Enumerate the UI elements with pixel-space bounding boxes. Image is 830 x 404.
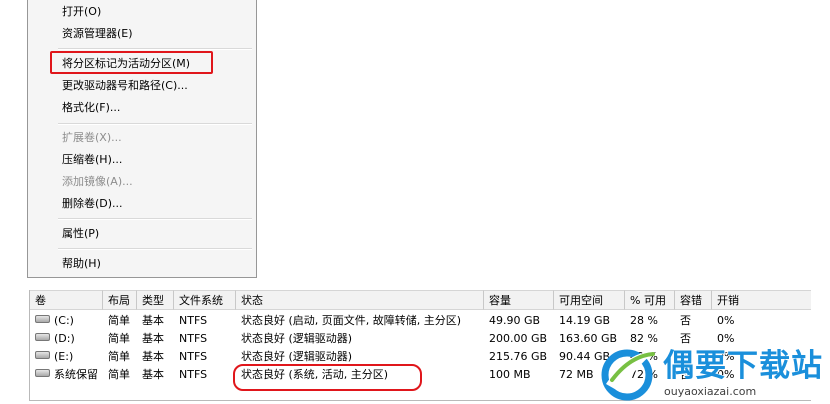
menu-item-properties[interactable]: 属性(P) bbox=[28, 224, 256, 244]
cell-filesystem: NTFS bbox=[179, 332, 208, 345]
cell-type: 基本 bbox=[142, 368, 164, 381]
column-header-type[interactable]: 类型 bbox=[137, 290, 174, 310]
column-header-capacity[interactable]: 容量 bbox=[484, 290, 554, 310]
column-header-volume[interactable]: 卷 bbox=[30, 290, 103, 310]
disk-icon bbox=[35, 369, 50, 377]
table-row[interactable]: (E:) bbox=[30, 348, 103, 366]
cell-capacity: 215.76 GB bbox=[489, 350, 548, 363]
volume-name: (C:) bbox=[54, 314, 74, 327]
volume-name: 系统保留 bbox=[54, 368, 98, 381]
menu-item-delete-volume[interactable]: 删除卷(D)... bbox=[28, 194, 256, 214]
menu-item-add-mirror: 添加镜像(A)... bbox=[62, 175, 133, 188]
column-header-filesystem[interactable]: 文件系统 bbox=[174, 290, 236, 310]
menu-separator bbox=[58, 123, 252, 125]
cell-free-space: 14.19 GB bbox=[559, 314, 611, 327]
menu-item-extend-volume: 扩展卷(X)... bbox=[62, 131, 122, 144]
table-header: 卷 布局 类型 文件系统 状态 容量 可用空间 % 可用 容错 开销 bbox=[30, 290, 811, 310]
menu-item-change-drive-letter[interactable]: 更改驱动器号和路径(C)... bbox=[28, 76, 256, 96]
menu-item-explorer[interactable]: 资源管理器(E) bbox=[28, 24, 256, 44]
disk-icon bbox=[35, 351, 50, 359]
cell-status: 状态良好 (逻辑驱动器) bbox=[241, 350, 353, 363]
volume-name: (E:) bbox=[54, 350, 74, 363]
watermark-logo-icon bbox=[601, 349, 655, 401]
menu-item-format[interactable]: 格式化(F)... bbox=[28, 98, 256, 118]
cell-layout: 简单 bbox=[108, 350, 130, 363]
menu-separator bbox=[58, 218, 252, 220]
menu-item-mark-active[interactable]: 将分区标记为活动分区(M) bbox=[28, 54, 256, 74]
column-header-layout[interactable]: 布局 bbox=[103, 290, 137, 310]
table-row[interactable]: 系统保留 bbox=[30, 366, 103, 384]
cell-filesystem: NTFS bbox=[179, 314, 208, 327]
cell-status: 状态良好 (启动, 页面文件, 故障转储, 主分区) bbox=[241, 314, 462, 327]
cell-status: 状态良好 (系统, 活动, 主分区) bbox=[241, 368, 389, 381]
cell-layout: 简单 bbox=[108, 314, 130, 327]
cell-capacity: 49.90 GB bbox=[489, 314, 541, 327]
volume-name: (D:) bbox=[54, 332, 75, 345]
cell-layout: 简单 bbox=[108, 368, 130, 381]
cell-capacity: 200.00 GB bbox=[489, 332, 548, 345]
table-row[interactable]: (D:) bbox=[30, 330, 103, 348]
menu-item-help[interactable]: 帮助(H) bbox=[28, 254, 256, 274]
column-header-free-space[interactable]: 可用空间 bbox=[554, 290, 625, 310]
cell-filesystem: NTFS bbox=[179, 350, 208, 363]
watermark-text: 偶要下载站 bbox=[663, 348, 823, 384]
cell-type: 基本 bbox=[142, 314, 164, 327]
cell-capacity: 100 MB bbox=[489, 368, 531, 381]
menu-separator bbox=[58, 248, 252, 250]
column-header-fault-tolerance[interactable]: 容错 bbox=[675, 290, 712, 310]
cell-filesystem: NTFS bbox=[179, 368, 208, 381]
menu-separator bbox=[58, 48, 252, 50]
disk-icon bbox=[35, 315, 50, 323]
watermark-url: ouyaoxiazai.com bbox=[664, 385, 757, 398]
menu-item-shrink-volume[interactable]: 压缩卷(H)... bbox=[28, 150, 256, 170]
menu-item-open[interactable]: 打开(O) bbox=[28, 2, 256, 22]
table-row[interactable]: (C:) bbox=[30, 312, 103, 330]
cell-status: 状态良好 (逻辑驱动器) bbox=[241, 332, 353, 345]
disk-icon bbox=[35, 333, 50, 341]
cell-type: 基本 bbox=[142, 332, 164, 345]
cell-fault-tolerance: 否 bbox=[680, 314, 691, 327]
cell-percent-free: 28 % bbox=[630, 314, 658, 327]
column-header-status[interactable]: 状态 bbox=[236, 290, 484, 310]
cell-type: 基本 bbox=[142, 350, 164, 363]
context-menu: 打开(O) 资源管理器(E) 将分区标记为活动分区(M) 更改驱动器号和路径(C… bbox=[27, 0, 257, 278]
cell-overhead: 0% bbox=[717, 314, 735, 327]
column-header-overhead[interactable]: 开销 bbox=[712, 290, 811, 310]
cell-layout: 简单 bbox=[108, 332, 130, 345]
column-header-percent-free[interactable]: % 可用 bbox=[625, 290, 675, 310]
